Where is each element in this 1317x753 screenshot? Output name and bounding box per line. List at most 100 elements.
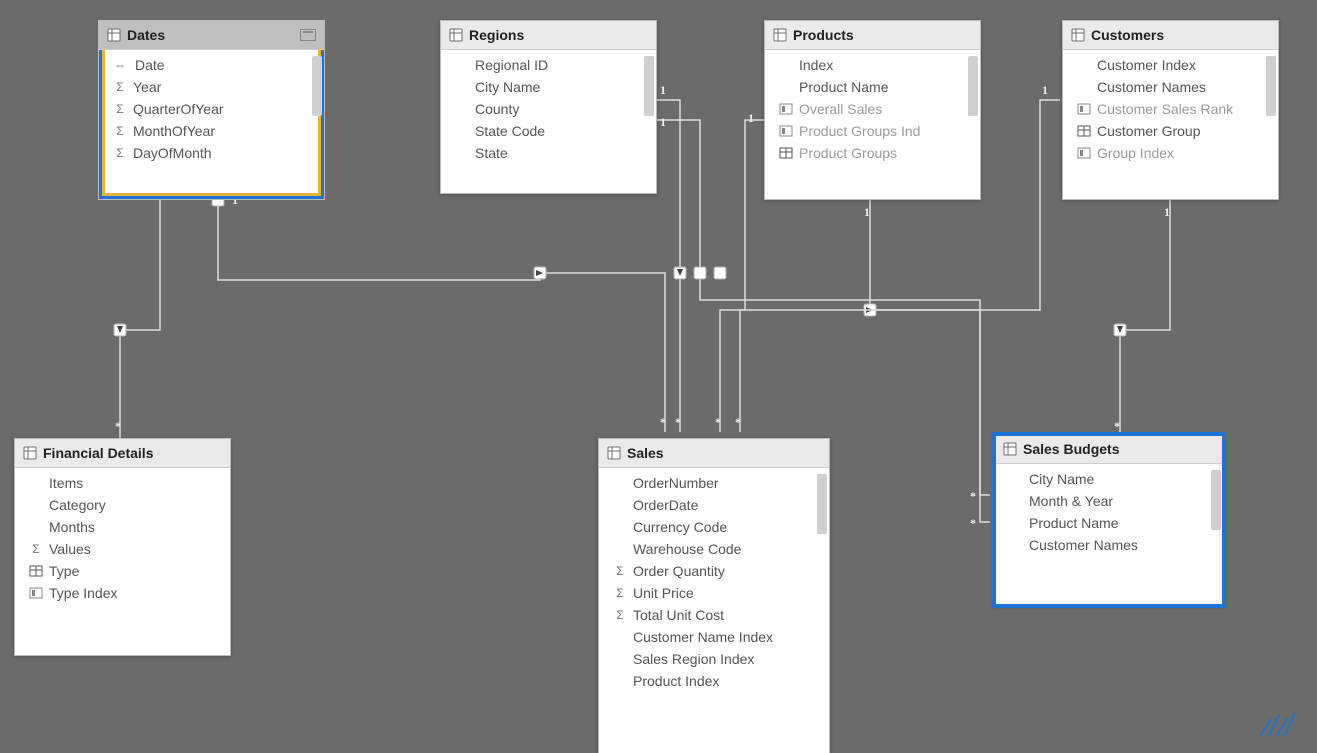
field-label: Date	[135, 57, 165, 73]
field-row[interactable]: Customer Group	[1063, 120, 1278, 142]
field-list[interactable]: IndexProduct NameOverall SalesProduct Gr…	[765, 50, 980, 168]
field-row[interactable]: Items	[15, 472, 230, 494]
field-row[interactable]: Currency Code	[599, 516, 829, 538]
field-row[interactable]: Overall Sales	[765, 98, 980, 120]
svg-text:*: *	[970, 489, 976, 503]
expand-icon[interactable]	[300, 29, 316, 41]
field-label: Customer Names	[1097, 79, 1206, 95]
field-row[interactable]: County	[441, 98, 656, 120]
field-label: MonthOfYear	[133, 123, 215, 139]
field-row[interactable]: Category	[15, 494, 230, 516]
field-label: Values	[49, 541, 91, 557]
field-label: Product Index	[633, 673, 719, 689]
field-row[interactable]: ΣTotal Unit Cost	[599, 604, 829, 626]
field-row[interactable]: ΣUnit Price	[599, 582, 829, 604]
field-row[interactable]: Type Index	[15, 582, 230, 604]
field-row[interactable]: ⇔ Date	[99, 54, 324, 76]
field-row[interactable]: Product Index	[599, 670, 829, 692]
sigma-icon: Σ	[113, 146, 127, 160]
table-icon	[107, 28, 121, 42]
field-row[interactable]: Customer Sales Rank	[1063, 98, 1278, 120]
field-list[interactable]: City NameMonth & YearProduct NameCustome…	[995, 464, 1223, 560]
field-row[interactable]: ΣYear	[99, 76, 324, 98]
field-row[interactable]: Customer Index	[1063, 54, 1278, 76]
field-row[interactable]: Customer Name Index	[599, 626, 829, 648]
field-label: State	[475, 145, 508, 161]
field-label: Product Name	[799, 79, 888, 95]
field-list[interactable]: ⇔DateΣYearΣQuarterOfYearΣMonthOfYearΣDay…	[99, 50, 324, 168]
field-row[interactable]: ΣQuarterOfYear	[99, 98, 324, 120]
field-row[interactable]: Type	[15, 560, 230, 582]
table-icon	[23, 446, 37, 460]
table-header[interactable]: Customers	[1063, 21, 1278, 50]
table-customers[interactable]: Customers Customer IndexCustomer NamesCu…	[1062, 20, 1279, 200]
field-row[interactable]: Warehouse Code	[599, 538, 829, 560]
calc-column-icon	[1077, 102, 1091, 116]
table-title: Financial Details	[43, 445, 153, 461]
svg-text:*: *	[735, 415, 741, 429]
table-regions[interactable]: Regions Regional ID City Name County State …	[440, 20, 657, 194]
field-row[interactable]: City Name	[995, 468, 1223, 490]
table-financial-details[interactable]: Financial Details Items Category MonthsΣVa…	[14, 438, 231, 656]
table-icon	[1003, 442, 1017, 456]
model-canvas[interactable]: { "tables": { "dates": { "title": "Dates…	[0, 0, 1317, 753]
field-row[interactable]: State Code	[441, 120, 656, 142]
field-row[interactable]: Product Name	[995, 512, 1223, 534]
table-header[interactable]: Sales	[599, 439, 829, 468]
field-label: Warehouse Code	[633, 541, 741, 557]
field-row[interactable]: ΣValues	[15, 538, 230, 560]
calc-column-icon	[1077, 146, 1091, 160]
table-header[interactable]: Financial Details	[15, 439, 230, 468]
table-header[interactable]: Regions	[441, 21, 656, 50]
field-list[interactable]: Items Category MonthsΣValuesTypeType Index	[15, 468, 230, 608]
field-row[interactable]: ΣOrder Quantity	[599, 560, 829, 582]
field-row[interactable]: ΣDayOfMonth	[99, 142, 324, 164]
resize-icon: ⇔	[113, 58, 127, 72]
svg-text:1: 1	[748, 111, 754, 125]
field-label: Unit Price	[633, 585, 694, 601]
field-row[interactable]: Σ MonthOfYear	[99, 120, 324, 142]
field-label: Category	[49, 497, 106, 513]
field-row[interactable]: OrderNumber	[599, 472, 829, 494]
sigma-icon: Σ	[113, 80, 127, 94]
field-row[interactable]: Product Name	[765, 76, 980, 98]
svg-text:1: 1	[660, 83, 666, 97]
field-row[interactable]: City Name	[441, 76, 656, 98]
table-sales[interactable]: Sales OrderNumber OrderDateCurrency Code W…	[598, 438, 830, 753]
field-row[interactable]: Group Index	[1063, 142, 1278, 164]
field-label: OrderNumber	[633, 475, 719, 491]
table-icon	[1071, 28, 1085, 42]
field-label: City Name	[475, 79, 540, 95]
field-row[interactable]: Month & Year	[995, 490, 1223, 512]
field-list[interactable]: Regional ID City Name County State Code Stat…	[441, 50, 656, 168]
svg-text:*: *	[115, 419, 121, 433]
field-label: State Code	[475, 123, 545, 139]
field-list[interactable]: OrderNumber OrderDateCurrency Code Warehou…	[599, 468, 829, 696]
field-row[interactable]: Months	[15, 516, 230, 538]
field-row[interactable]: State	[441, 142, 656, 164]
sigma-icon: Σ	[613, 608, 627, 622]
field-label: QuarterOfYear	[133, 101, 224, 117]
table-header[interactable]: Sales Budgets	[995, 435, 1223, 464]
field-list[interactable]: Customer Index Customer Names Customer Sal…	[1063, 50, 1278, 168]
calc-table-icon	[29, 564, 43, 578]
field-row[interactable]: Product Groups Ind	[765, 120, 980, 142]
field-row[interactable]: OrderDate	[599, 494, 829, 516]
field-label: Index	[799, 57, 833, 73]
table-header[interactable]: Products	[765, 21, 980, 50]
table-title: Sales	[627, 445, 664, 461]
field-row[interactable]: Customer Names	[995, 534, 1223, 556]
table-sales-budgets[interactable]: Sales Budgets City NameMonth & YearProdu…	[994, 434, 1224, 606]
field-row[interactable]: Regional ID	[441, 54, 656, 76]
field-row[interactable]: Product Groups	[765, 142, 980, 164]
table-products[interactable]: Products IndexProduct NameOverall SalesP…	[764, 20, 981, 200]
field-row[interactable]: Customer Names	[1063, 76, 1278, 98]
table-icon	[449, 28, 463, 42]
table-header[interactable]: Dates	[99, 21, 324, 50]
calc-column-icon	[29, 586, 43, 600]
table-dates[interactable]: Dates ⇔DateΣYearΣQuarterOfYearΣMonthOfYe…	[98, 20, 325, 200]
field-row[interactable]: Index	[765, 54, 980, 76]
field-label: Customer Sales Rank	[1097, 101, 1233, 117]
sigma-icon: Σ	[113, 124, 127, 138]
field-row[interactable]: Sales Region Index	[599, 648, 829, 670]
